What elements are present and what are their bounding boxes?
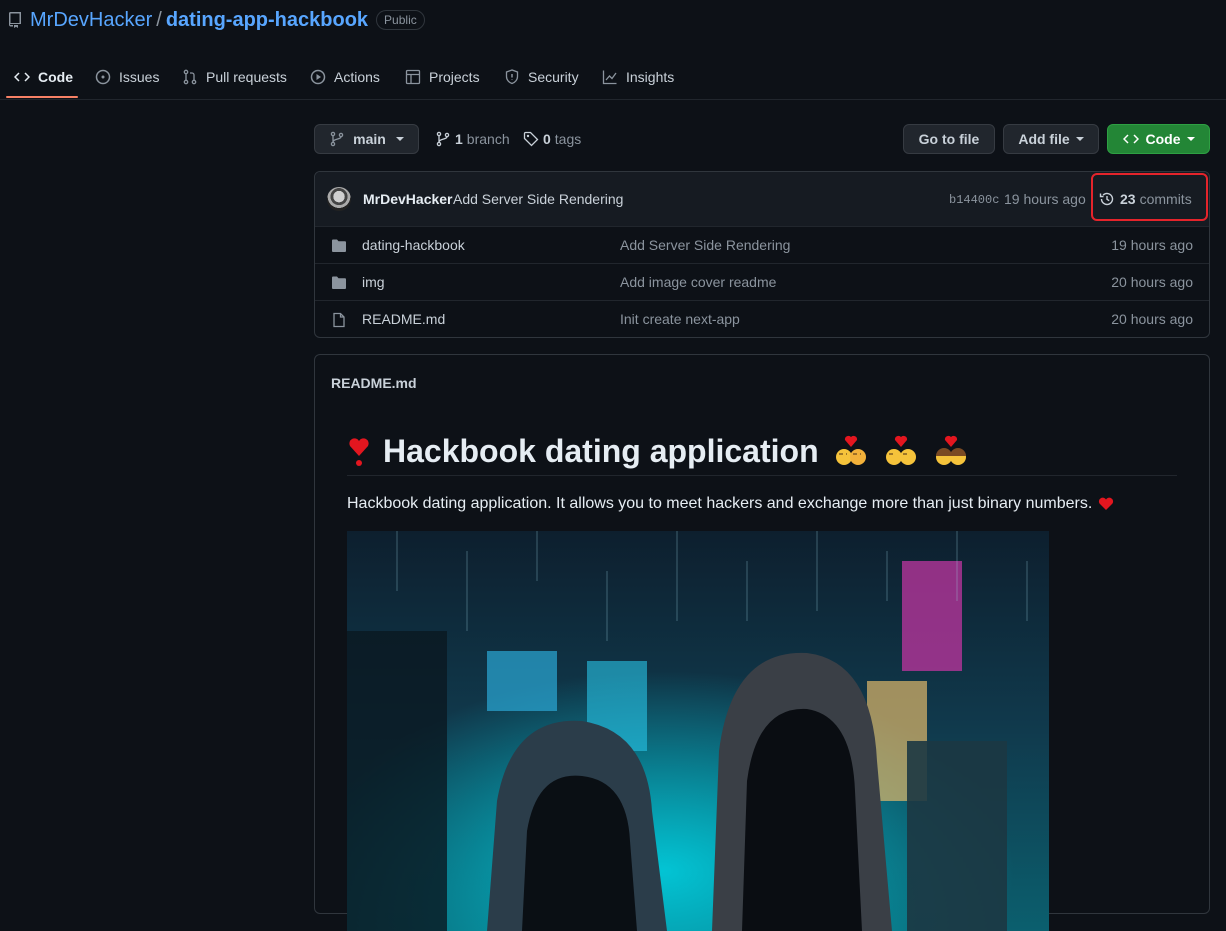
graph-icon [602,69,626,85]
visibility-badge: Public [376,10,425,30]
file-name-link[interactable]: README.md [362,311,445,327]
readme-heading: Hackbook dating application [347,427,1177,476]
play-icon [310,69,334,85]
pull-request-icon [182,69,206,85]
latest-commit-bar: MrDevHacker Add Server Side Rendering b1… [315,172,1209,227]
add-file-button[interactable]: Add file [1003,124,1099,154]
tab-insights[interactable]: Insights [602,57,674,97]
readme-paragraph: Hackbook dating application. It allows y… [347,495,1114,513]
repo-name-link[interactable]: dating-app-hackbook [166,9,368,32]
file-name-link[interactable]: img [362,274,385,290]
tab-label: Pull requests [206,69,287,85]
file-icon [331,312,347,328]
tab-label: Insights [626,69,675,85]
branch-count-label: branch [466,131,510,147]
readme-cover-image [347,531,1049,931]
tab-code[interactable]: Code [14,57,73,97]
chevron-down-icon [395,137,404,141]
chevron-down-icon [1075,137,1084,141]
readme-file-label: README.md [331,375,417,391]
repo-tabs: Code Issues Pull requests Actions Projec… [0,57,1226,100]
commit-author-link[interactable]: MrDevHacker [363,191,453,207]
file-commit-time: 20 hours ago [1111,274,1193,290]
tab-issues[interactable]: Issues [95,57,159,97]
code-download-button[interactable]: Code [1107,124,1210,154]
go-to-file-button[interactable]: Go to file [903,124,995,154]
heart-exclamation-icon [347,434,371,468]
branch-name: main [353,131,386,147]
couple-heart-icon [933,434,969,468]
branches-link[interactable]: 1 branch [435,129,510,149]
tag-icon [523,131,539,147]
couple-heart-icon [833,434,869,468]
author-avatar[interactable] [327,187,351,211]
commits-highlight-box [1091,173,1208,221]
active-tab-indicator [6,96,78,98]
file-commit-time: 20 hours ago [1111,311,1193,327]
file-commit-message-link[interactable]: Add Server Side Rendering [620,237,790,253]
tab-label: Code [38,69,73,85]
file-commit-time: 19 hours ago [1111,237,1193,253]
repo-owner-link[interactable]: MrDevHacker [30,9,152,32]
tag-count: 0 [543,131,551,147]
file-commit-message-link[interactable]: Add image cover readme [620,274,776,290]
readme-panel: README.md Hackbook dating application Ha… [314,354,1210,931]
readme-heading-text: Hackbook dating application [383,432,819,469]
tab-label: Issues [119,69,160,85]
tags-link[interactable]: 0 tags [523,129,581,149]
commit-sha-link[interactable]: b14400c [949,193,999,207]
commit-time: 19 hours ago [1004,191,1086,207]
file-name-link[interactable]: dating-hackbook [362,237,465,253]
code-icon [1122,131,1139,147]
folder-icon [331,275,347,291]
commit-message-link[interactable]: Add Server Side Rendering [453,191,623,207]
couple-heart-icon [883,434,919,468]
git-branch-icon [435,131,451,147]
code-icon [14,69,38,85]
issue-icon [95,69,119,85]
repo-icon [8,12,30,28]
path-separator: / [156,8,162,31]
table-icon [405,69,429,85]
branch-select-button[interactable]: main [314,124,419,154]
file-commit-message-link[interactable]: Init create next-app [620,311,740,327]
heart-icon [1098,497,1114,511]
file-browser: MrDevHacker Add Server Side Rendering b1… [314,171,1210,338]
file-row[interactable]: img Add image cover readme 20 hours ago [315,263,1209,300]
code-button-label: Code [1145,131,1181,147]
repo-header: MrDevHacker / dating-app-hackbook Public [8,7,425,33]
add-file-label: Add file [1018,131,1070,147]
tab-label: Actions [334,69,380,85]
file-row[interactable]: dating-hackbook Add Server Side Renderin… [315,226,1209,263]
git-branch-icon [329,131,345,147]
file-row[interactable]: README.md Init create next-app 20 hours … [315,300,1209,337]
tab-label: Security [528,69,579,85]
tab-projects[interactable]: Projects [405,57,480,97]
tab-label: Projects [429,69,480,85]
tab-pull-requests[interactable]: Pull requests [182,57,287,97]
tab-actions[interactable]: Actions [310,57,380,97]
folder-icon [331,238,347,254]
chevron-down-icon [1186,137,1195,141]
tag-count-label: tags [554,131,582,147]
branch-count: 1 [455,131,463,147]
readme-paragraph-text: Hackbook dating application. It allows y… [347,495,1093,512]
tab-security[interactable]: Security [504,57,579,97]
shield-icon [504,69,528,85]
